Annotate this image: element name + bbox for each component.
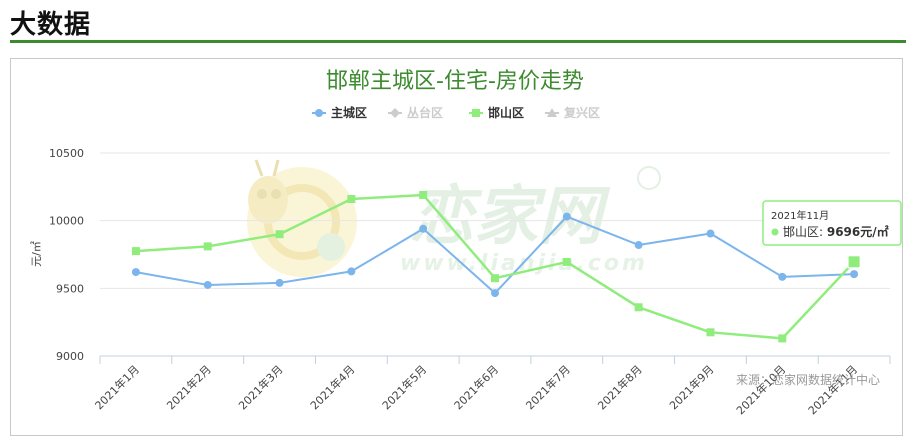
x-tick-label: 2021年4月 — [307, 362, 357, 412]
data-point[interactable] — [850, 270, 859, 279]
x-tick-label: 2021年9月 — [666, 362, 716, 412]
tooltip-category: 2021年11月 — [771, 209, 829, 222]
legend-item[interactable]: 主城区 — [312, 105, 367, 120]
data-point[interactable] — [275, 230, 284, 239]
data-point[interactable] — [347, 267, 356, 276]
x-tick-label: 2021年2月 — [164, 362, 214, 412]
y-axis-label: 元/㎡ — [30, 241, 43, 267]
y-tick-label: 9000 — [56, 350, 84, 363]
legend-label[interactable]: 丛台区 — [407, 105, 443, 120]
data-point[interactable] — [634, 303, 643, 312]
data-point[interactable] — [778, 334, 787, 343]
legend-label[interactable]: 邯山区 — [488, 105, 524, 120]
data-point[interactable] — [562, 212, 571, 221]
data-point[interactable] — [419, 224, 428, 233]
y-tick-label: 10500 — [49, 147, 84, 160]
snail-logo-icon — [247, 159, 357, 277]
tooltip-marker-icon — [771, 228, 779, 236]
data-point[interactable] — [419, 190, 428, 199]
y-axis: 9000 9500 10000 10500 — [49, 147, 84, 363]
legend-label[interactable]: 主城区 — [331, 105, 367, 120]
y-tick-label: 10000 — [49, 215, 84, 228]
svg-text:邯山区: 9696元/㎡: 邯山区: 9696元/㎡ — [783, 224, 889, 239]
legend-marker-icon — [390, 108, 400, 118]
legend-item[interactable]: 邯山区 — [469, 105, 524, 120]
data-point[interactable] — [778, 272, 787, 281]
data-point[interactable] — [562, 257, 571, 266]
data-point[interactable] — [706, 229, 715, 238]
source-note: 来源：恋家网数据统计中心 — [736, 372, 880, 387]
tooltip: 2021年11月 邯山区: 9696元/㎡ — [762, 200, 902, 246]
x-tick-label: 2021年5月 — [379, 362, 429, 412]
legend-marker-icon[interactable] — [472, 109, 480, 117]
registered-mark-icon — [637, 166, 661, 190]
x-tick-label: 2021年3月 — [235, 362, 285, 412]
legend-marker-icon[interactable] — [315, 109, 323, 117]
x-tick-label: 2021年8月 — [595, 362, 645, 412]
data-point[interactable] — [131, 268, 140, 277]
hovered-data-point[interactable] — [847, 255, 861, 269]
tooltip-value: 9696元/㎡ — [827, 224, 889, 239]
x-tick-label: 2021年10月 — [733, 362, 788, 417]
data-point[interactable] — [347, 195, 356, 204]
chart-title: 邯郸主城区-住宅-房价走势 — [326, 69, 584, 94]
x-tick-label: 2021年6月 — [451, 362, 501, 412]
data-point[interactable] — [706, 328, 715, 337]
data-point[interactable] — [491, 289, 499, 298]
data-point[interactable] — [131, 247, 140, 256]
tooltip-series-label: 邯山区: — [783, 224, 827, 239]
x-tick-label: 2021年11月 — [805, 362, 860, 417]
data-point[interactable] — [275, 278, 284, 287]
x-tick-label: 2021年1月 — [92, 362, 142, 412]
legend-item[interactable]: 复兴区 — [545, 105, 600, 120]
x-tick-label: 2021年7月 — [523, 362, 573, 412]
y-tick-label: 9500 — [56, 282, 84, 295]
data-point[interactable] — [634, 241, 643, 250]
price-trend-chart[interactable]: 恋家网 www.lianjia.com 邯郸主城区-住宅-房价走势 主城区 丛台区… — [0, 0, 906, 441]
data-point[interactable] — [203, 280, 212, 289]
legend-item[interactable]: 丛台区 — [388, 105, 443, 120]
data-point[interactable] — [203, 242, 212, 251]
legend: 主城区 丛台区 邯山区 复兴区 — [312, 105, 600, 120]
data-point[interactable] — [491, 274, 499, 283]
legend-label[interactable]: 复兴区 — [563, 105, 600, 120]
